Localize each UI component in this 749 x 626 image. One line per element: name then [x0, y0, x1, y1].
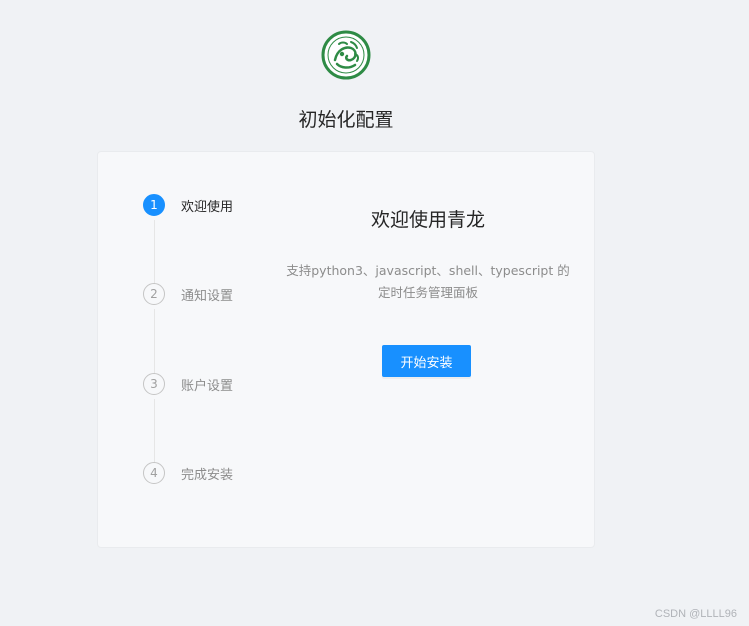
csdn-watermark: CSDN @LLLL96	[654, 608, 737, 620]
step-connector	[154, 220, 155, 284]
step-number-badge: 4	[143, 462, 165, 484]
step-connector	[154, 399, 155, 463]
step-label: 完成安装	[181, 467, 234, 483]
step-number-badge: 3	[143, 373, 165, 395]
step-connector	[154, 309, 155, 374]
qinglong-logo-icon	[321, 30, 371, 80]
step-account: 3 账户设置	[143, 371, 233, 397]
step-label: 通知设置	[181, 288, 234, 304]
step-welcome: 1 欢迎使用	[143, 192, 233, 218]
step-number-badge: 2	[143, 283, 165, 305]
start-install-button[interactable]: 开始安装	[382, 345, 471, 377]
steps-vertical: 1 欢迎使用 2 通知设置 3 账户设置 4 完成安装	[143, 192, 283, 492]
setup-card: 1 欢迎使用 2 通知设置 3 账户设置 4 完成安装 欢迎使用青龙 支持pyt…	[97, 151, 595, 548]
step-label: 欢迎使用	[181, 199, 234, 215]
setup-page: 初始化配置 1 欢迎使用 2 通知设置 3 账户设置 4 完成安装 欢迎使用青龙…	[0, 0, 749, 626]
description-line: 定时任务管理面板	[377, 285, 478, 300]
description-line: 支持python3、javascript、shell、typescript 的	[286, 263, 570, 278]
step-number-badge: 1	[143, 194, 165, 216]
step-finish: 4 完成安装	[143, 460, 233, 486]
page-title: 初始化配置	[298, 109, 394, 131]
welcome-description: 支持python3、javascript、shell、typescript 的 …	[278, 260, 578, 304]
step-notification: 2 通知设置	[143, 281, 233, 307]
welcome-heading: 欢迎使用青龙	[370, 209, 485, 231]
step-label: 账户设置	[181, 378, 234, 394]
